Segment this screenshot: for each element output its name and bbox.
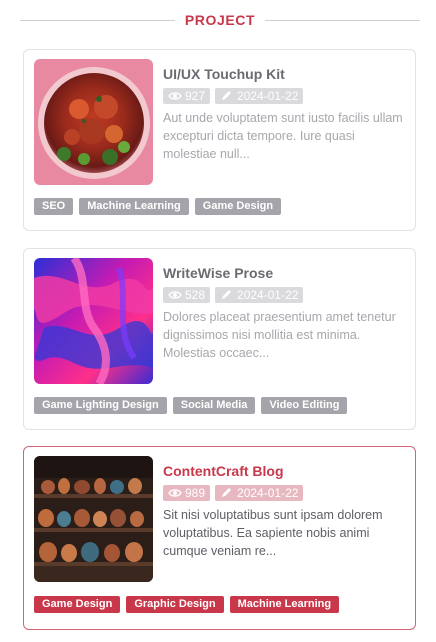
project-card-active[interactable]: ContentCraft Blog 989 2024-01-22 Sit nis… <box>23 446 416 630</box>
tag-list: Game Design Graphic Design Machine Learn… <box>34 596 340 613</box>
abstract-paint-photo-icon <box>34 258 153 384</box>
views-badge: 989 <box>163 485 211 501</box>
views-count: 927 <box>185 89 206 103</box>
header-divider-right <box>265 19 421 21</box>
tag[interactable]: Social Media <box>172 397 256 414</box>
card-meta: 528 2024-01-22 <box>163 287 408 303</box>
eye-icon <box>168 291 182 299</box>
project-thumbnail[interactable] <box>34 59 153 185</box>
card-content: WriteWise Prose 528 2024-01-22 Dolores p… <box>163 265 408 362</box>
card-title[interactable]: ContentCraft Blog <box>163 463 408 479</box>
card-description: Aut unde voluptatem sunt iusto facilis u… <box>163 111 403 161</box>
card-description: Sit nisi voluptatibus sunt ipsam dolorem… <box>163 508 383 558</box>
views-count: 989 <box>185 486 206 500</box>
tag[interactable]: Machine Learning <box>229 596 340 613</box>
tag[interactable]: Game Design <box>34 596 121 613</box>
views-count: 528 <box>185 288 206 302</box>
card-content: UI/UX Touchup Kit 927 2024-01-22 Aut und… <box>163 66 408 163</box>
project-list-page: PROJECT UI/UX Touchup Kit 927 2024-01-22… <box>0 0 436 642</box>
tag[interactable]: Game Design <box>194 198 282 215</box>
tag[interactable]: Graphic Design <box>126 596 224 613</box>
tag[interactable]: Video Editing <box>261 397 348 414</box>
eye-icon <box>168 92 182 100</box>
views-badge: 528 <box>163 287 211 303</box>
date-badge: 2024-01-22 <box>215 485 304 501</box>
date-text: 2024-01-22 <box>237 288 299 302</box>
tag-list: SEO Machine Learning Game Design <box>34 198 282 215</box>
pencil-icon <box>222 290 232 299</box>
card-description: Dolores placeat praesentium amet tenetur… <box>163 310 396 360</box>
pencil-icon <box>222 91 232 100</box>
tag[interactable]: Game Lighting Design <box>34 397 167 414</box>
project-thumbnail[interactable] <box>34 258 153 384</box>
card-meta: 989 2024-01-22 <box>163 485 408 501</box>
card-content: ContentCraft Blog 989 2024-01-22 Sit nis… <box>163 463 408 560</box>
card-meta: 927 2024-01-22 <box>163 88 408 104</box>
card-title[interactable]: UI/UX Touchup Kit <box>163 66 408 82</box>
pencil-icon <box>222 488 232 497</box>
section-title: PROJECT <box>184 12 256 28</box>
date-badge: 2024-01-22 <box>215 88 304 104</box>
project-thumbnail[interactable] <box>34 456 153 582</box>
views-badge: 927 <box>163 88 211 104</box>
tag-list: Game Lighting Design Social Media Video … <box>34 397 348 414</box>
pottery-shelf-photo-icon <box>34 456 153 582</box>
tag[interactable]: Machine Learning <box>79 198 189 215</box>
date-badge: 2024-01-22 <box>215 287 304 303</box>
tag[interactable]: SEO <box>34 198 74 215</box>
project-card[interactable]: WriteWise Prose 528 2024-01-22 Dolores p… <box>23 248 416 430</box>
card-title[interactable]: WriteWise Prose <box>163 265 408 281</box>
food-photo-icon <box>34 59 153 185</box>
date-text: 2024-01-22 <box>237 486 299 500</box>
eye-icon <box>168 489 182 497</box>
date-text: 2024-01-22 <box>237 89 299 103</box>
project-card[interactable]: UI/UX Touchup Kit 927 2024-01-22 Aut und… <box>23 49 416 231</box>
header-divider-left <box>20 19 175 21</box>
section-header: PROJECT <box>20 10 421 30</box>
